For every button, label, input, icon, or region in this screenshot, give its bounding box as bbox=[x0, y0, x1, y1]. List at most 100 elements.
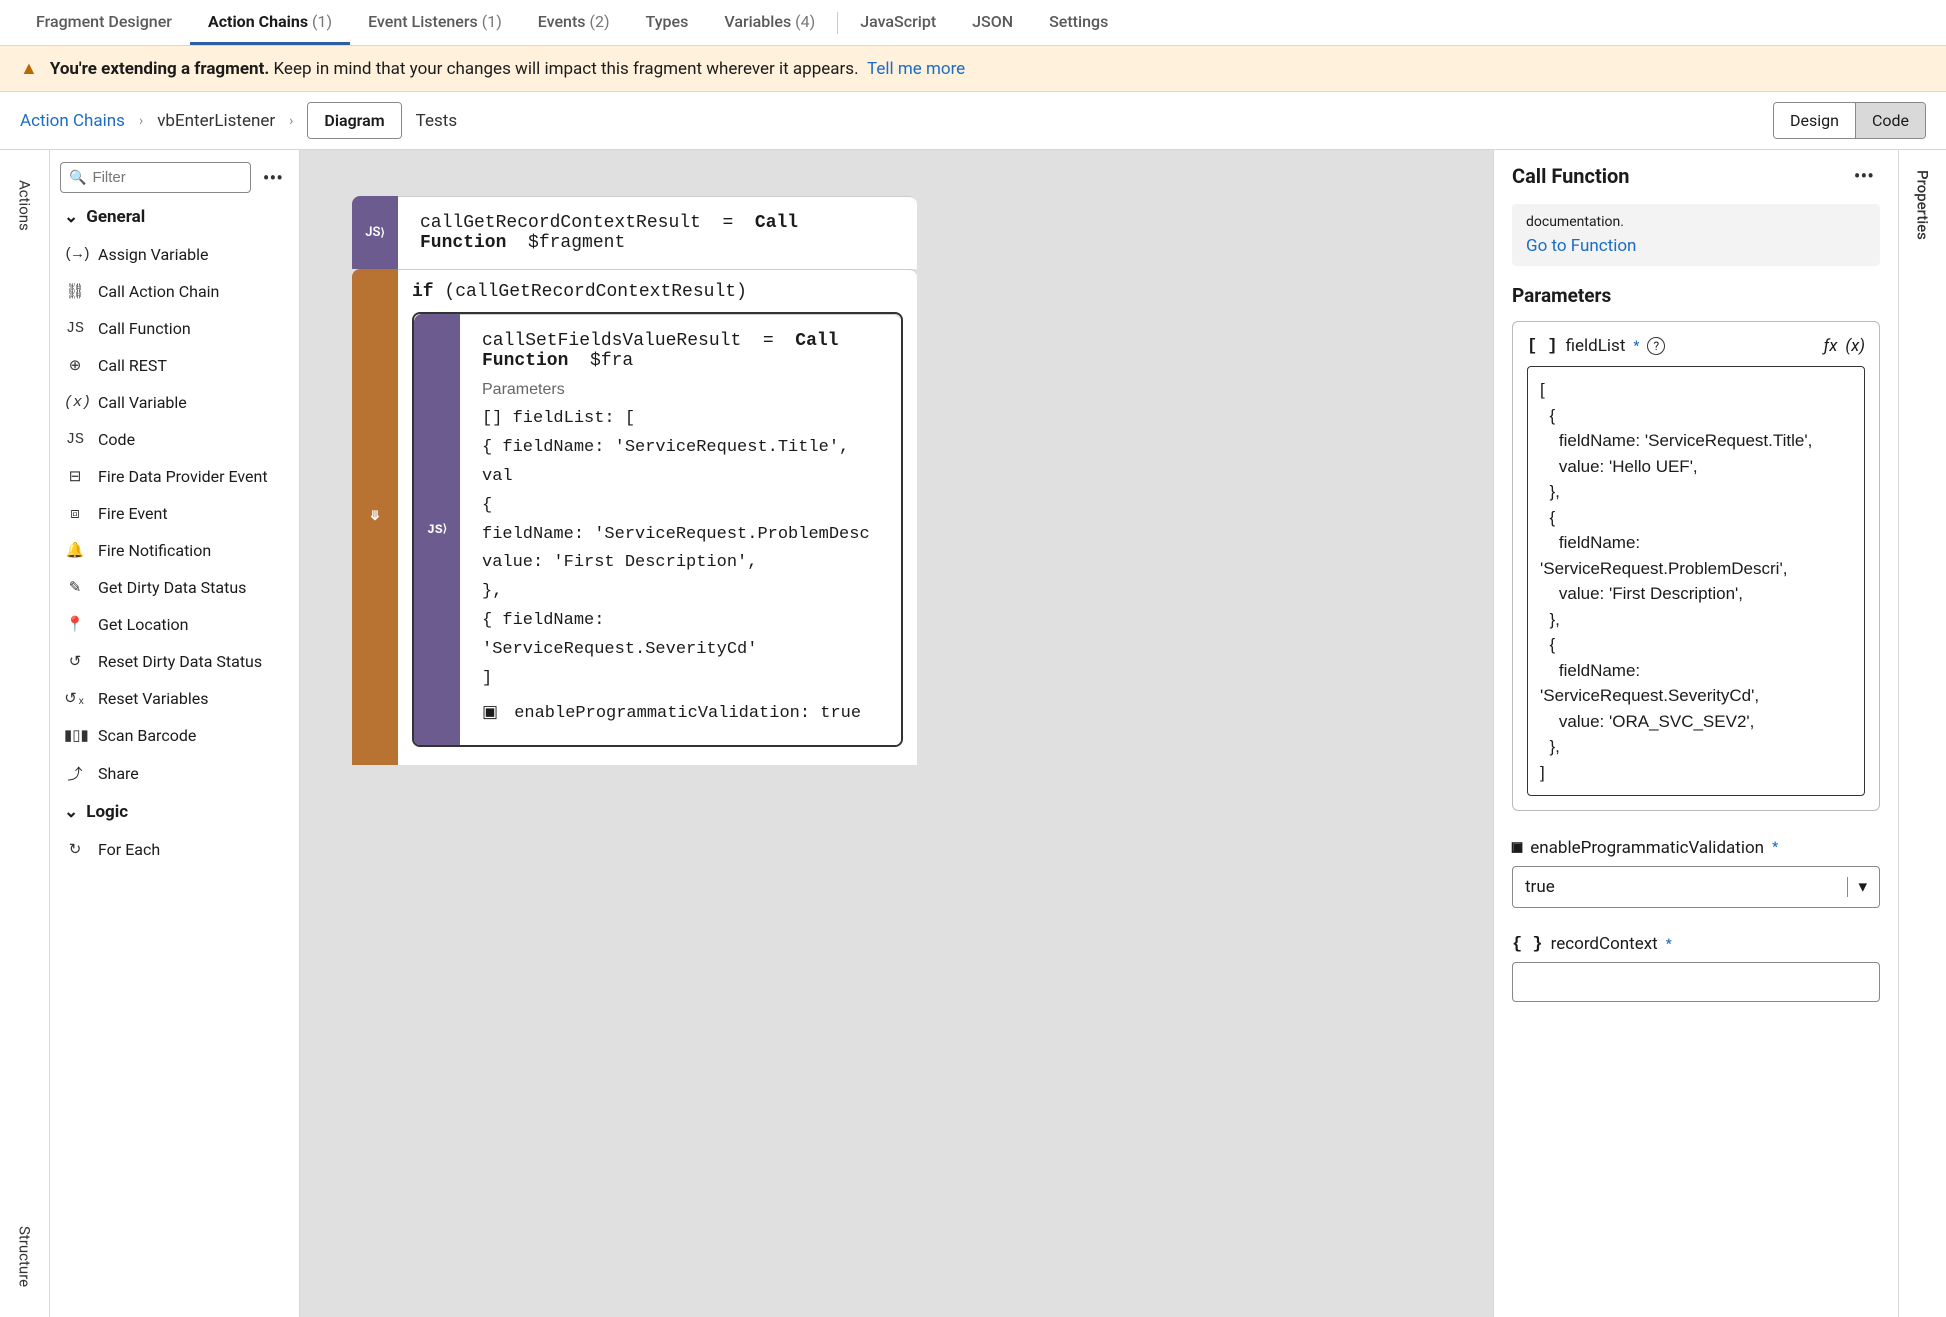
action-scan-barcode[interactable]: ▮▯▮Scan Barcode bbox=[60, 718, 289, 753]
breadcrumb-current: vbEnterListener bbox=[157, 111, 275, 131]
fieldlist-json-editor[interactable]: [ { fieldName: 'ServiceRequest.Title', v… bbox=[1527, 366, 1865, 796]
fx-icon[interactable]: ƒx bbox=[1824, 336, 1838, 356]
breadcrumb-row: Action Chains › vbEnterListener › Diagra… bbox=[0, 92, 1946, 150]
chevron-right-icon: › bbox=[289, 113, 293, 129]
param-record-context: { } recordContext * bbox=[1512, 934, 1880, 1002]
warning-icon: ▲ bbox=[20, 58, 38, 79]
search-icon: 🔍 bbox=[69, 170, 86, 186]
extending-fragment-banner: ▲ You're extending a fragment. Keep in m… bbox=[0, 46, 1946, 92]
action-reset-variables[interactable]: ↺ₓReset Variables bbox=[60, 681, 289, 716]
code-mode-button[interactable]: Code bbox=[1855, 103, 1925, 138]
structure-rail-tab[interactable]: Structure bbox=[16, 1226, 34, 1287]
action-fire-data-provider-event[interactable]: ⊟Fire Data Provider Event bbox=[60, 459, 289, 494]
param-name: enableProgrammaticValidation bbox=[1530, 838, 1764, 858]
banner-text: You're extending a fragment. Keep in min… bbox=[50, 59, 965, 79]
var-icon: (x) bbox=[64, 394, 86, 411]
properties-panel: Call Function ••• documentation. Go to F… bbox=[1493, 150, 1898, 1317]
properties-title: Call Function bbox=[1512, 164, 1630, 188]
type-object-icon: { } bbox=[1512, 935, 1543, 954]
record-context-input[interactable] bbox=[1512, 962, 1880, 1002]
tab-separator bbox=[837, 12, 838, 34]
node-call-function-1[interactable]: JS⟩ callGetRecordContextResult = Call Fu… bbox=[352, 196, 917, 269]
tab-settings[interactable]: Settings bbox=[1031, 1, 1126, 45]
tell-me-more-link[interactable]: Tell me more bbox=[867, 59, 965, 79]
breadcrumb-root[interactable]: Action Chains bbox=[20, 111, 125, 131]
diagram-toggle[interactable]: Diagram bbox=[308, 103, 400, 138]
doc-box: documentation. Go to Function bbox=[1512, 204, 1880, 266]
actions-rail-tab[interactable]: Actions bbox=[16, 180, 34, 231]
required-indicator: * bbox=[1772, 840, 1778, 855]
right-rail: Properties bbox=[1898, 150, 1946, 1317]
dirty-icon: ✎ bbox=[64, 578, 86, 597]
mode-toggle-group: Design Code bbox=[1773, 102, 1926, 139]
param-name: recordContext bbox=[1551, 934, 1658, 954]
code-icon: JS bbox=[64, 431, 86, 448]
properties-more-icon[interactable]: ••• bbox=[1848, 164, 1880, 188]
share-icon: ⤴ bbox=[64, 763, 86, 784]
enable-validation-select[interactable]: true ▾ bbox=[1512, 866, 1880, 908]
tab-json[interactable]: JSON bbox=[954, 1, 1031, 45]
reset-var-icon: ↺ₓ bbox=[64, 689, 86, 708]
database-icon: ⊟ bbox=[64, 467, 86, 486]
properties-rail-tab[interactable]: Properties bbox=[1914, 170, 1932, 240]
go-to-function-link[interactable]: Go to Function bbox=[1526, 236, 1866, 256]
doc-text: documentation. bbox=[1526, 214, 1866, 230]
action-call-rest[interactable]: ⊕Call REST bbox=[60, 348, 289, 383]
action-share[interactable]: ⤴Share bbox=[60, 755, 289, 792]
node-handle-if[interactable]: ⤋ bbox=[352, 269, 398, 765]
chevron-right-icon: › bbox=[139, 113, 143, 129]
js-icon: JS bbox=[64, 320, 86, 337]
barcode-icon: ▮▯▮ bbox=[64, 726, 86, 745]
node-handle-js[interactable]: JS⟩ bbox=[352, 196, 398, 269]
action-reset-dirty[interactable]: ↺Reset Dirty Data Status bbox=[60, 644, 289, 679]
tests-toggle[interactable]: Tests bbox=[416, 111, 457, 131]
section-logic[interactable]: ⌄ Logic bbox=[64, 802, 285, 822]
node-if[interactable]: ⤋ if (callGetRecordContextResult) JS⟩ ca… bbox=[352, 269, 917, 765]
chevron-down-icon: ▾ bbox=[1847, 877, 1867, 897]
location-icon: 📍 bbox=[64, 615, 86, 634]
reset-icon: ↺ bbox=[64, 652, 86, 671]
node-call-function-2[interactable]: JS⟩ callSetFieldsValueResult = Call Func… bbox=[412, 312, 903, 747]
variable-picker-icon[interactable]: (x) bbox=[1845, 336, 1865, 356]
action-for-each[interactable]: ↻For Each bbox=[60, 832, 289, 867]
tab-types[interactable]: Types bbox=[628, 1, 707, 45]
action-get-location[interactable]: 📍Get Location bbox=[60, 607, 289, 642]
loop-icon: ↻ bbox=[64, 840, 86, 859]
view-toggle-group: Diagram bbox=[307, 102, 401, 139]
diagram-canvas[interactable]: JS⟩ callGetRecordContextResult = Call Fu… bbox=[300, 150, 1493, 1317]
action-call-action-chain[interactable]: ⛓Call Action Chain bbox=[60, 274, 289, 309]
actions-more-icon[interactable]: ••• bbox=[257, 166, 289, 190]
left-rail: Actions Structure bbox=[0, 150, 50, 1317]
type-boolean-icon: ▣ bbox=[1512, 837, 1522, 858]
param-fieldlist: [ ] fieldList * ? ƒx (x) [ { fieldName: … bbox=[1512, 321, 1880, 811]
node-handle-js[interactable]: JS⟩ bbox=[414, 314, 460, 745]
event-icon: ⧈ bbox=[64, 505, 86, 523]
required-indicator: * bbox=[1666, 937, 1672, 952]
tab-fragment-designer[interactable]: Fragment Designer bbox=[18, 1, 190, 45]
tab-events[interactable]: Events (2) bbox=[520, 1, 628, 45]
required-indicator: * bbox=[1633, 339, 1639, 354]
top-tabs: Fragment Designer Action Chains (1) Even… bbox=[0, 0, 1946, 46]
action-call-function[interactable]: JSCall Function bbox=[60, 311, 289, 346]
design-mode-button[interactable]: Design bbox=[1774, 103, 1855, 138]
tab-event-listeners[interactable]: Event Listeners (1) bbox=[350, 1, 520, 45]
tab-javascript[interactable]: JavaScript bbox=[842, 1, 954, 45]
tab-action-chains[interactable]: Action Chains (1) bbox=[190, 1, 350, 45]
action-assign-variable[interactable]: (→)Assign Variable bbox=[60, 237, 289, 272]
rest-icon: ⊕ bbox=[64, 356, 86, 375]
action-get-dirty-data[interactable]: ✎Get Dirty Data Status bbox=[60, 570, 289, 605]
action-code[interactable]: JSCode bbox=[60, 422, 289, 457]
arrow-icon: (→) bbox=[64, 246, 86, 263]
type-array-icon: [ ] bbox=[1527, 337, 1558, 356]
params-label: Parameters bbox=[482, 381, 879, 399]
action-call-variable[interactable]: (x)Call Variable bbox=[60, 385, 289, 420]
section-general[interactable]: ⌄ General bbox=[64, 207, 285, 227]
param-enable-validation: ▣ enableProgrammaticValidation * true ▾ bbox=[1512, 837, 1880, 908]
actions-panel: 🔍 ••• ⌄ General (→)Assign Variable ⛓Call… bbox=[50, 150, 300, 1317]
action-fire-notification[interactable]: 🔔Fire Notification bbox=[60, 533, 289, 568]
parameters-section-title: Parameters bbox=[1512, 284, 1880, 307]
filter-input[interactable] bbox=[92, 169, 241, 186]
help-icon[interactable]: ? bbox=[1647, 337, 1665, 355]
tab-variables[interactable]: Variables (4) bbox=[706, 1, 833, 45]
action-fire-event[interactable]: ⧈Fire Event bbox=[60, 496, 289, 531]
